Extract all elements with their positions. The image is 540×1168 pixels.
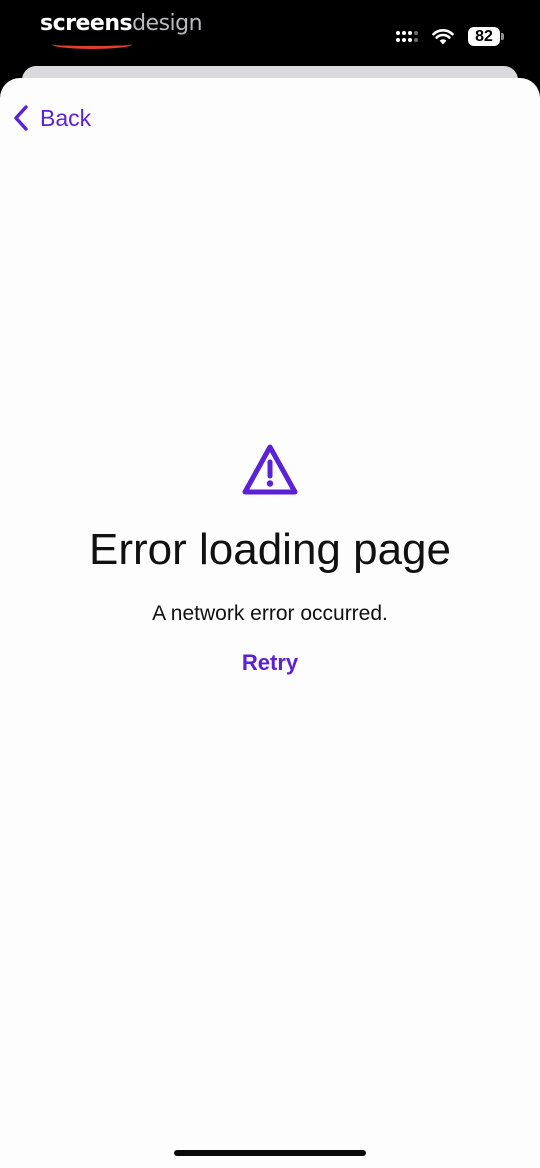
back-label: Back <box>40 104 92 131</box>
back-button[interactable]: Back <box>12 104 91 132</box>
brand-logo: screensdesign <box>40 11 203 36</box>
chevron-left-icon <box>14 105 28 131</box>
brand-text-secondary: design <box>132 11 203 36</box>
battery-level: 82 <box>468 26 500 46</box>
home-indicator[interactable] <box>174 1150 366 1156</box>
brand-underline <box>52 40 132 49</box>
brand-text-primary: screens <box>40 11 133 36</box>
wifi-icon <box>432 28 454 44</box>
retry-button[interactable]: Retry <box>242 650 298 676</box>
error-state: Error loading page A network error occur… <box>0 442 540 676</box>
error-message: A network error occurred. <box>152 602 388 625</box>
status-icons: 82 <box>396 24 504 48</box>
error-title: Error loading page <box>88 525 451 574</box>
warning-triangle-icon <box>242 444 298 495</box>
signal-icon <box>396 30 418 42</box>
battery-icon: 82 <box>468 26 504 46</box>
status-bar: screensdesign 82 <box>0 0 540 66</box>
